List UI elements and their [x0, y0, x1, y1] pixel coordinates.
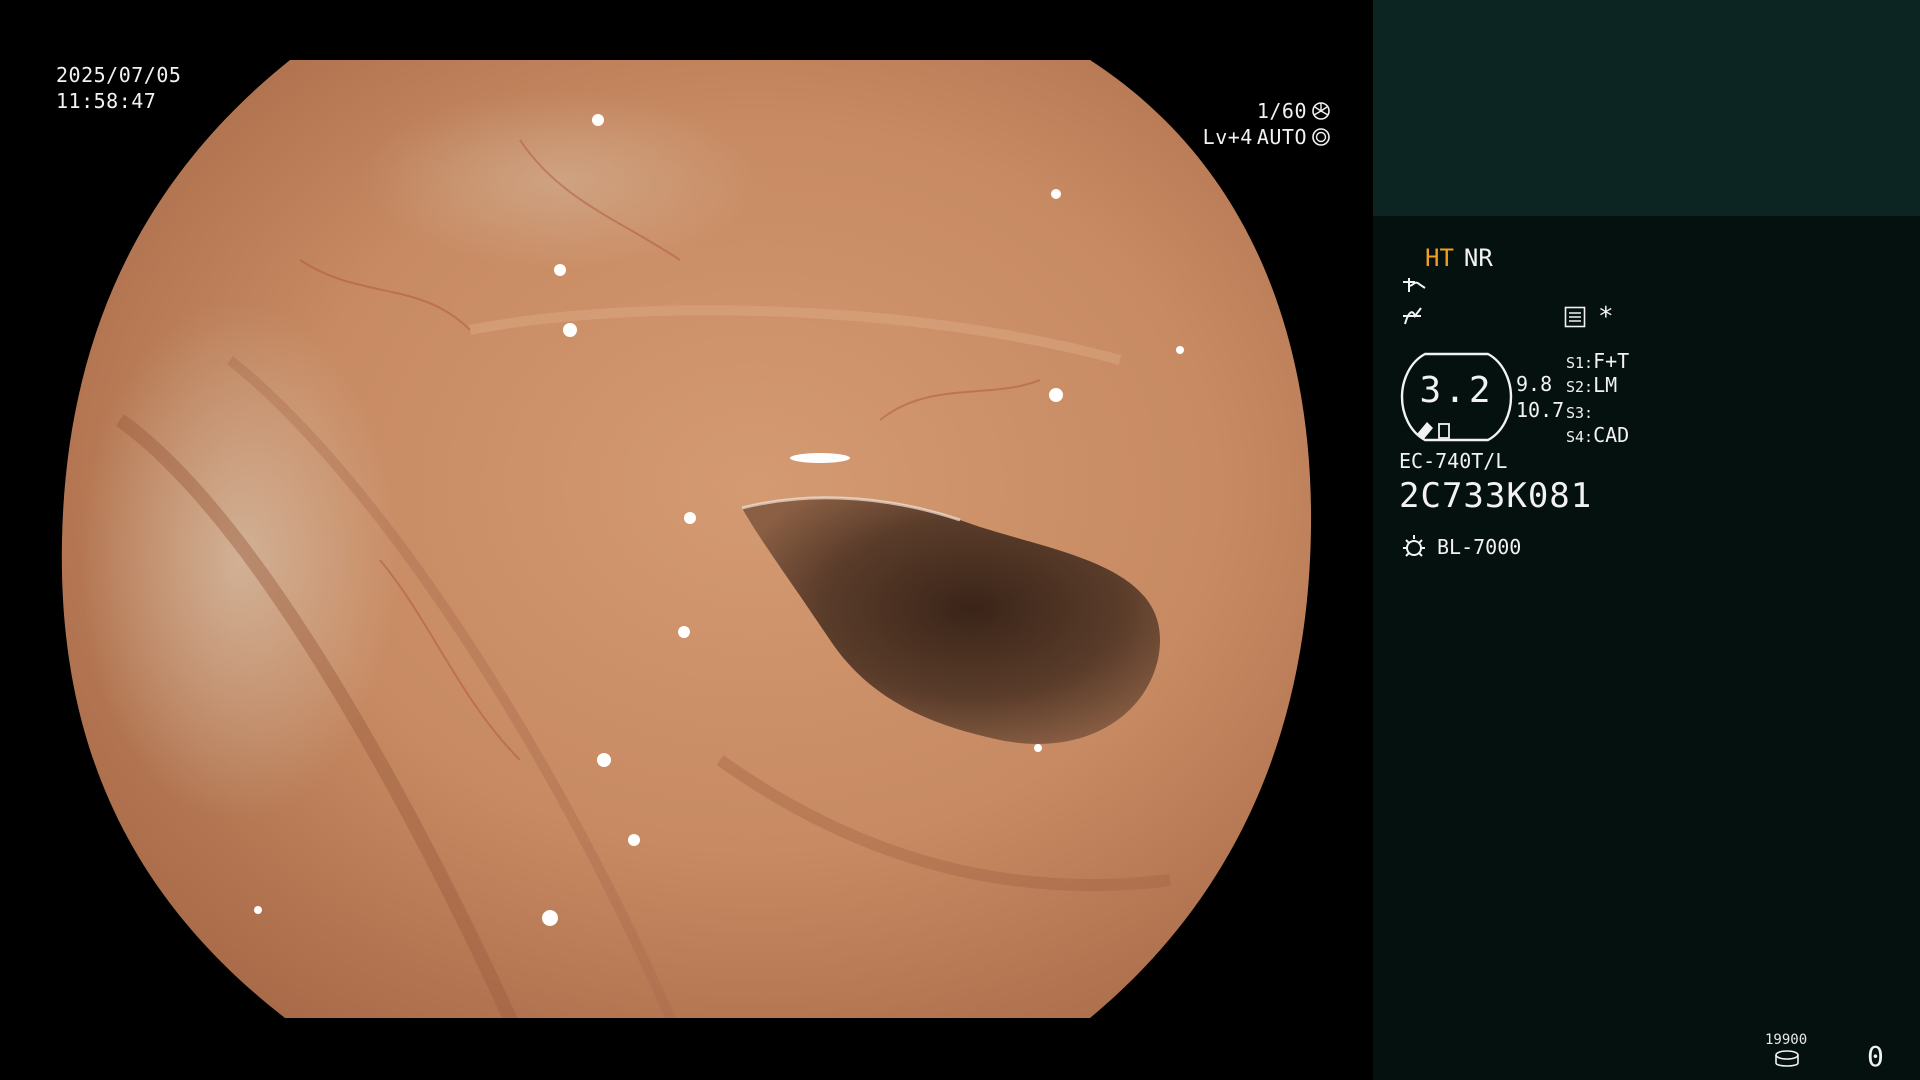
level-row: Lv+4 AUTO — [1203, 124, 1331, 150]
datetime-readout: 2025/07/05 11:58:47 — [56, 62, 181, 114]
panel-header-area — [1373, 0, 1920, 216]
switch-slot-1: S1:F+T — [1566, 349, 1629, 373]
switch-value: LM — [1593, 373, 1618, 397]
shutter-text: 1/60 — [1256, 99, 1307, 123]
light-bulb-icon — [1403, 535, 1425, 557]
capture-counter: 0 — [1867, 1040, 1884, 1073]
switch-key: S1: — [1566, 354, 1594, 372]
switch-value: CAD — [1593, 423, 1630, 447]
image-mode-row: HT NR — [1425, 244, 1493, 272]
aperture-icon — [1312, 102, 1330, 120]
mode-secondary: NR — [1463, 244, 1493, 272]
scope-model: EC-740T/L — [1399, 449, 1508, 473]
switch-key: S4: — [1566, 428, 1594, 446]
shutter-row: 1/60 — [1203, 98, 1331, 124]
switch-key: S3: — [1566, 404, 1594, 422]
storage-disk-icon — [1775, 1050, 1799, 1067]
star-mark: * — [1598, 302, 1614, 332]
switch-slot-2: S2:LM — [1566, 373, 1617, 397]
exposure-readout: 1/60 Lv+4 AUTO — [1203, 98, 1331, 150]
date-text: 2025/07/05 — [56, 63, 182, 87]
mode-primary: HT — [1425, 244, 1454, 272]
info-panel: HT NR * 3.2 9.8 10.7 S1:F+T S2:LM S3: S4:… — [1373, 0, 1920, 1080]
switch-value: F+T — [1593, 349, 1630, 373]
storage-counter-label: 19900 — [1765, 1032, 1808, 1048]
switch-key: S2: — [1566, 378, 1594, 396]
gauge-aux-value: 9.8 — [1516, 372, 1553, 396]
gauge-value: 3.2 — [1419, 370, 1494, 411]
time-text: 11:58:47 — [56, 89, 157, 113]
gauge-aux-value: 10.7 — [1516, 398, 1565, 422]
scope-serial: 2C733K081 — [1399, 476, 1593, 516]
endoscope-video-area: 2025/07/05 11:58:47 1/60 Lv+4 AUTO — [0, 0, 1373, 1080]
frequency-icon — [1403, 307, 1422, 325]
switch-slot-3: S3: — [1566, 399, 1593, 423]
switch-slot-4: S4:CAD — [1566, 423, 1629, 447]
menu-list-icon — [1564, 306, 1586, 328]
level-text: Lv+4 — [1202, 125, 1253, 149]
light-source-text: BL-7000 — [1437, 535, 1522, 559]
light-source-row: BL-7000 — [1399, 532, 1521, 562]
endoscope-image — [61, 60, 1312, 1018]
tone-curve-icon — [1403, 278, 1426, 292]
iris-text: AUTO — [1256, 125, 1307, 149]
iris-icon — [1312, 128, 1330, 146]
